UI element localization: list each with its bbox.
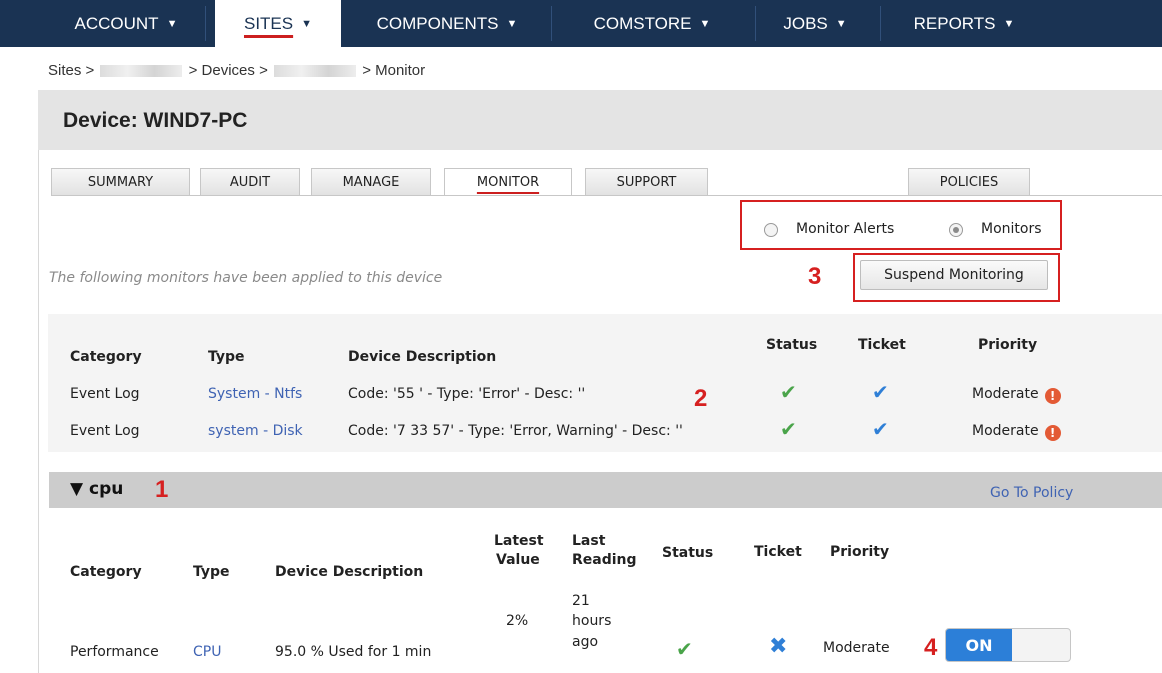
nav-components[interactable]: COMPONENTS ▼ <box>343 0 551 47</box>
cpu-row-last-reading: 21 <box>572 593 590 609</box>
radio-selected-dot <box>953 227 959 233</box>
cpu-row-type-link[interactable]: CPU <box>193 644 221 660</box>
cpu-row-category: Performance <box>70 644 159 660</box>
breadcrumb: Sites > > Devices > > Monitor <box>48 62 425 79</box>
toggle-on-label: ON <box>946 629 1012 661</box>
row1-category: Event Log <box>70 386 140 402</box>
nav-account[interactable]: ACCOUNT ▼ <box>48 0 204 47</box>
row2-priority: Moderate! <box>972 423 1061 441</box>
tab-summary[interactable]: SUMMARY <box>51 168 190 195</box>
chevron-down-icon: ▼ <box>1003 17 1015 30</box>
col-latest-value-2: Value <box>496 552 540 568</box>
col-description: Device Description <box>348 349 497 365</box>
cpu-row-description: 95.0 % Used for 1 min <box>275 644 432 660</box>
alert-icon: ! <box>1044 425 1061 441</box>
chevron-down-icon: ▼ <box>506 17 518 30</box>
status-check-icon: ✔ <box>676 637 693 661</box>
breadcrumb-devices[interactable]: > Devices > <box>189 62 268 79</box>
row2-category: Event Log <box>70 423 140 439</box>
ticket-x-icon: ✖ <box>769 634 788 659</box>
annotation-number: 1 <box>155 476 169 503</box>
redacted-device-name[interactable] <box>274 65 357 78</box>
chevron-down-icon: ▼ <box>166 17 178 30</box>
col-last-reading-2: Reading <box>572 552 637 568</box>
monitors-note: The following monitors have been applied… <box>49 270 443 286</box>
tab-support[interactable]: SUPPORT <box>585 168 708 195</box>
col-type: Type <box>208 349 245 365</box>
annotation-number: 2 <box>694 385 708 412</box>
tab-divider <box>51 195 1162 196</box>
col-priority: Priority <box>978 337 1038 353</box>
annotation-number: 3 <box>808 263 822 290</box>
row1-type-link[interactable]: System - Ntfs <box>208 386 302 402</box>
col-last-reading: Last <box>572 533 606 549</box>
suspend-monitoring-button[interactable]: Suspend Monitoring <box>860 260 1048 290</box>
status-check-icon: ✔ <box>780 417 797 441</box>
ticket-check-icon: ✔ <box>872 380 889 404</box>
breadcrumb-sites[interactable]: Sites > <box>48 62 94 79</box>
col-status: Status <box>662 545 714 561</box>
tab-manage[interactable]: MANAGE <box>311 168 431 195</box>
tab-audit[interactable]: AUDIT <box>200 168 300 195</box>
nav-divider <box>205 6 206 41</box>
ticket-check-icon: ✔ <box>872 417 889 441</box>
tab-policies[interactable]: POLICIES <box>908 168 1030 195</box>
col-type: Type <box>193 564 230 580</box>
nav-comstore[interactable]: COMSTORE ▼ <box>552 0 752 47</box>
breadcrumb-current: > Monitor <box>362 62 426 79</box>
nav-jobs[interactable]: JOBS ▼ <box>756 0 874 47</box>
status-check-icon: ✔ <box>780 380 797 404</box>
policy-section-title[interactable]: ▼ cpu <box>70 479 123 499</box>
chevron-down-icon: ▼ <box>699 17 711 30</box>
radio-monitors[interactable] <box>949 223 963 237</box>
col-latest-value: Latest <box>494 533 544 549</box>
radio-monitor-alerts-label[interactable]: Monitor Alerts <box>796 221 894 237</box>
nav-reports[interactable]: REPORTS ▼ <box>881 0 1047 47</box>
radio-monitors-label[interactable]: Monitors <box>981 221 1042 237</box>
monitor-on-off-toggle[interactable]: ON <box>945 628 1071 662</box>
row2-type-link[interactable]: system - Disk <box>208 423 303 439</box>
cpu-row-latest-value: 2% <box>506 613 529 629</box>
cpu-row-priority: Moderate <box>823 640 890 656</box>
col-ticket: Ticket <box>858 337 906 353</box>
cpu-row-last-reading-3: ago <box>572 634 599 650</box>
chevron-down-icon: ▼ <box>301 17 312 30</box>
col-description: Device Description <box>275 564 424 580</box>
chevron-down-icon: ▼ <box>835 17 847 30</box>
nav-sites[interactable]: SITES ▼ <box>215 0 341 47</box>
row2-description: Code: '7 33 57' - Type: 'Error, Warning'… <box>348 423 683 439</box>
tab-monitor[interactable]: MONITOR <box>444 168 572 196</box>
radio-monitor-alerts[interactable] <box>764 223 778 237</box>
col-priority: Priority <box>830 544 890 560</box>
row1-description: Code: '55 ' - Type: 'Error' - Desc: '' <box>348 386 586 402</box>
row1-priority: Moderate! <box>972 386 1061 404</box>
alert-icon: ! <box>1044 388 1061 404</box>
col-status: Status <box>766 337 818 353</box>
page-title: Device: WIND7-PC <box>63 109 248 132</box>
col-ticket: Ticket <box>754 544 802 560</box>
col-category: Category <box>70 564 142 580</box>
go-to-policy-link[interactable]: Go To Policy <box>990 485 1073 501</box>
col-category: Category <box>70 349 142 365</box>
cpu-row-last-reading-2: hours <box>572 613 612 629</box>
annotation-number: 4 <box>924 634 938 661</box>
redacted-site-name[interactable] <box>100 65 183 78</box>
